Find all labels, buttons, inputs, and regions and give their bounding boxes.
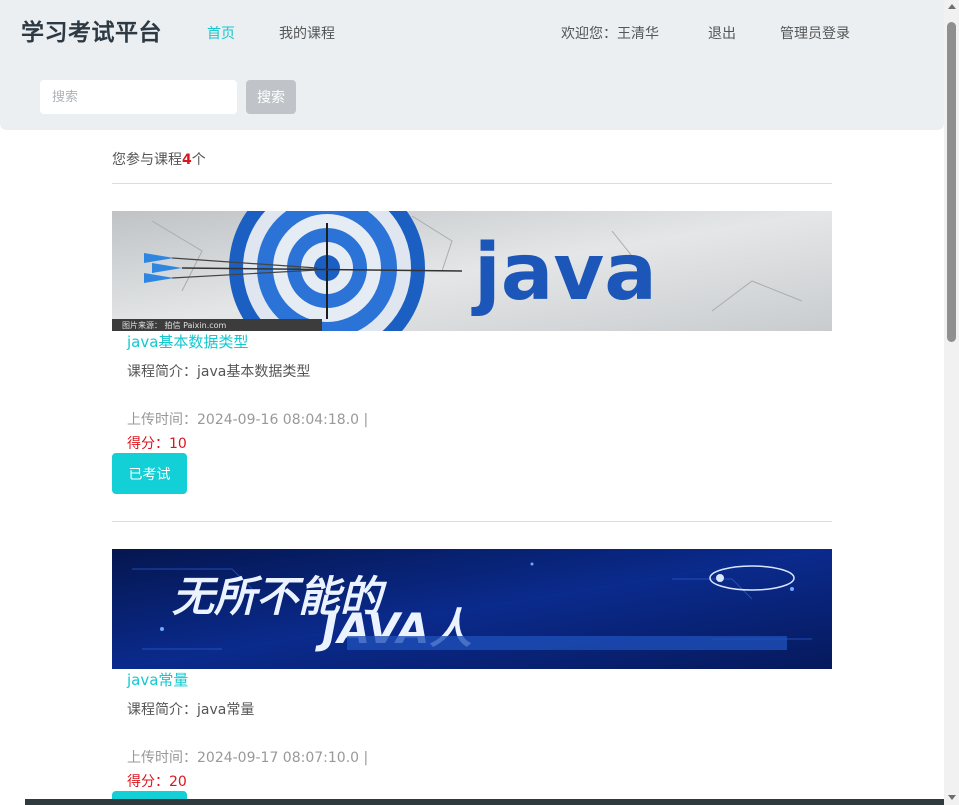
summary-prefix: 您参与课程 [112, 152, 182, 168]
course-score: 得分：20 [127, 774, 187, 790]
vertical-scrollbar[interactable] [944, 0, 959, 805]
course-count-summary: 您参与课程4个 [112, 149, 206, 169]
scroll-down-icon[interactable] [947, 795, 956, 800]
course-title-link[interactable]: java常量 [127, 669, 188, 690]
banner-caption: 图片来源： 拍信 Paixin.com [122, 320, 227, 330]
bottom-bar [25, 799, 944, 805]
search-input[interactable] [40, 80, 237, 114]
course-banner-java-people[interactable]: 无所不能的 JAVA人 [112, 549, 832, 669]
course-banner-java[interactable]: java 图片来源： 拍信 Paixin.com [112, 211, 832, 331]
search-button[interactable]: 搜索 [246, 80, 296, 114]
course-description: 课程简介：java常量 [127, 702, 255, 718]
nav-home[interactable]: 首页 [207, 23, 235, 43]
summary-count: 4 [182, 152, 192, 168]
summary-suffix: 个 [191, 152, 206, 168]
exam-status-button[interactable]: 已考试 [112, 453, 187, 494]
nav-my-courses[interactable]: 我的课程 [279, 23, 335, 43]
welcome-text: 欢迎您：王清华 [561, 26, 659, 42]
divider [112, 521, 832, 522]
brand-title: 学习考试平台 [21, 20, 162, 46]
scrollbar-thumb[interactable] [947, 22, 956, 342]
banner-java-text: java [471, 228, 657, 318]
divider [112, 183, 832, 184]
scroll-up-icon[interactable] [947, 4, 956, 9]
admin-login-link[interactable]: 管理员登录 [780, 23, 850, 43]
java-target-image: java 图片来源： 拍信 Paixin.com [112, 211, 832, 331]
logout-link[interactable]: 退出 [708, 23, 736, 43]
top-header: 学习考试平台 首页 我的课程 欢迎您：王清华 退出 管理员登录 搜索 [0, 0, 944, 130]
course-upload-time: 上传时间：2024-09-17 08:07:10.0 | [127, 750, 369, 766]
course-description: 课程简介：java基本数据类型 [127, 364, 311, 380]
course-score: 得分：10 [127, 436, 187, 452]
course-upload-time: 上传时间：2024-09-16 08:04:18.0 | [127, 412, 369, 428]
java-people-image: 无所不能的 JAVA人 [112, 549, 832, 669]
course-title-link[interactable]: java基本数据类型 [127, 331, 248, 352]
